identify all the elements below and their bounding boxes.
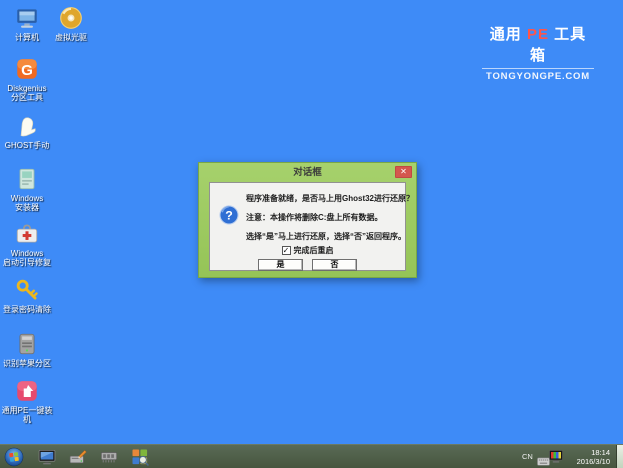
taskbar: CN 18:14 2016/3/10 bbox=[0, 444, 623, 468]
desktop-icon-label: Diskgenius 分区工具 bbox=[7, 84, 46, 102]
key-icon bbox=[14, 277, 40, 303]
no-button[interactable]: 否 bbox=[312, 259, 357, 271]
question-icon: ? bbox=[218, 204, 240, 226]
dialog-message-line1: 程序准备就绪，是否马上用Ghost32进行还原？ bbox=[246, 193, 402, 204]
desktop-icon-password-clear[interactable]: 登录密码清除 bbox=[0, 277, 54, 314]
svg-text:G: G bbox=[21, 62, 33, 79]
computer-icon bbox=[14, 5, 40, 31]
pe-desktop: { "desktop": { "background_color": "#3E8… bbox=[0, 0, 623, 468]
desktop-icon-label: 登录密码清除 bbox=[3, 305, 51, 314]
desktop-icon-label: Windows 安装器 bbox=[11, 194, 43, 212]
brand-left: 通用 bbox=[490, 26, 522, 43]
cd-icon bbox=[58, 5, 84, 31]
restart-checkbox-label[interactable]: 完成后重启 bbox=[294, 245, 334, 256]
desktop-icon-apple-partition[interactable]: 识别苹果分区 bbox=[0, 331, 54, 368]
desktop-icon-boot-repair[interactable]: Windows 启动引导修复 bbox=[0, 221, 54, 267]
quicklaunch-display-icon[interactable] bbox=[37, 447, 57, 467]
brand-url: TONGYONGPE.COM bbox=[482, 71, 594, 82]
desktop-icon-label: GHOST手动 bbox=[5, 141, 49, 150]
close-icon: ✕ bbox=[400, 167, 407, 176]
desktop-icon-diskgenius[interactable]: G Diskgenius 分区工具 bbox=[0, 56, 54, 102]
dialog-message-line3: 选择“是”马上进行还原，选择“否”返回程序。 bbox=[246, 231, 402, 242]
clock-time: 18:14 bbox=[558, 448, 610, 457]
quicklaunch-ghost-disk-icon[interactable] bbox=[68, 447, 88, 467]
drive-icon bbox=[14, 331, 40, 357]
installer-box-icon bbox=[14, 166, 40, 192]
check-icon: ✓ bbox=[283, 246, 290, 255]
desktop-icon-ghost-manual[interactable]: GHOST手动 bbox=[0, 113, 54, 150]
yes-button[interactable]: 是 bbox=[258, 259, 303, 271]
desktop-icon-windows-installer[interactable]: Windows 安装器 bbox=[0, 166, 54, 212]
restart-checkbox-row: ✓ 完成后重启 bbox=[210, 245, 405, 256]
hand-install-icon bbox=[14, 378, 40, 404]
desktop-icon-pe-oneclick-install[interactable]: 通用PE一键装 机 bbox=[0, 378, 54, 424]
desktop-icon-label: 通用PE一键装 机 bbox=[2, 406, 53, 424]
diskgenius-icon: G bbox=[14, 56, 40, 82]
input-language-indicator[interactable]: CN bbox=[522, 452, 533, 461]
clock-date: 2016/3/10 bbox=[558, 457, 610, 466]
desktop-icon-label: 计算机 bbox=[15, 33, 39, 42]
clock[interactable]: 18:14 2016/3/10 bbox=[558, 448, 610, 466]
desktop-icon-label: Windows 启动引导修复 bbox=[3, 249, 51, 267]
show-desktop-button[interactable] bbox=[616, 445, 623, 468]
ghost-icon bbox=[14, 113, 40, 139]
svg-text:?: ? bbox=[225, 209, 233, 223]
desktop-icon-label: 识别苹果分区 bbox=[3, 359, 51, 368]
close-button[interactable]: ✕ bbox=[395, 166, 412, 178]
start-button[interactable] bbox=[4, 447, 24, 467]
dialog-title: 对话框 bbox=[199, 163, 416, 182]
brand-logo: 通用 PE 工具箱 TONGYONGPE.COM bbox=[482, 23, 594, 82]
desktop-icon-virtual-cd[interactable]: 虚拟光驱 bbox=[44, 5, 98, 42]
dialog-body: ? 程序准备就绪，是否马上用Ghost32进行还原？ 注意：本操作将删除C:盘上… bbox=[209, 182, 406, 271]
restart-checkbox[interactable]: ✓ bbox=[282, 246, 291, 255]
brand-title: 通用 PE 工具箱 bbox=[482, 23, 594, 69]
quicklaunch-ram-icon[interactable] bbox=[100, 449, 118, 465]
desktop-icon-label: 虚拟光驱 bbox=[55, 33, 87, 42]
dialog-message-line2: 注意：本操作将删除C:盘上所有数据。 bbox=[246, 212, 402, 223]
toolbox-cross-icon bbox=[14, 221, 40, 247]
quicklaunch-image-search-icon[interactable] bbox=[130, 447, 150, 467]
dialog-button-row: 是 否 bbox=[210, 259, 405, 271]
brand-highlight: PE bbox=[527, 26, 549, 43]
ghost-restore-dialog: 对话框 ✕ ? 程序准备就绪，是否马上用Ghost32进行还原？ 注意：本操作将… bbox=[198, 162, 417, 278]
